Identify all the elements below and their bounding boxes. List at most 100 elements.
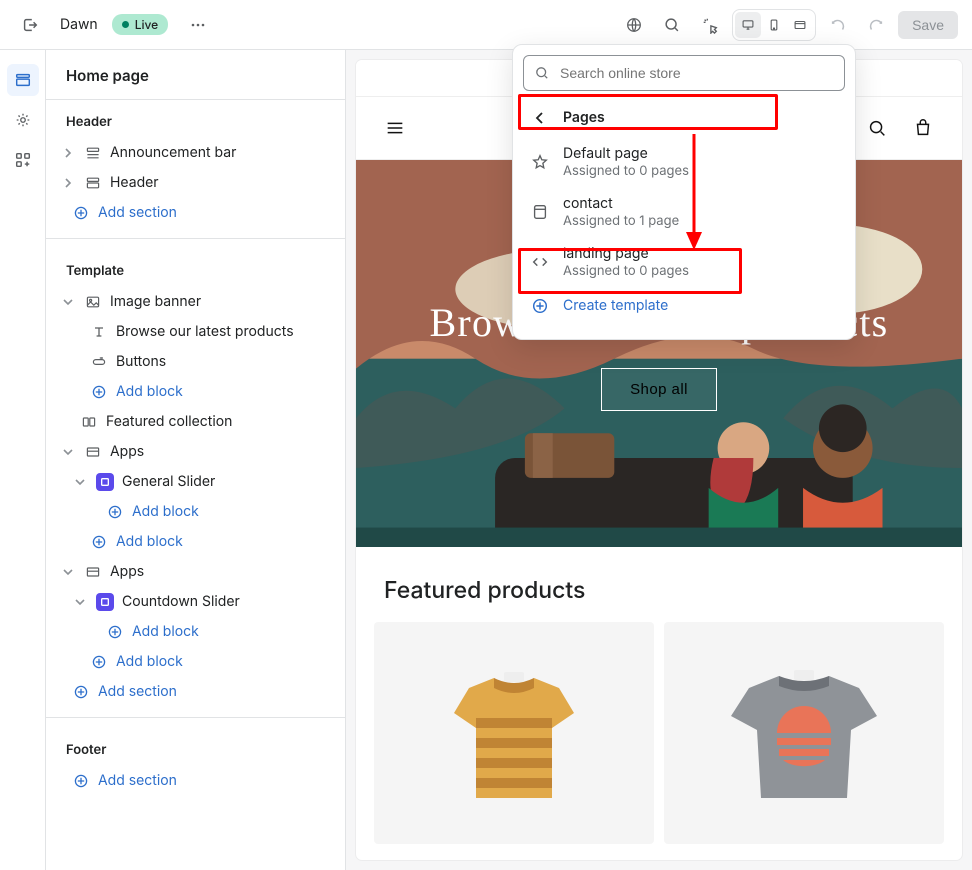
locale-button[interactable] xyxy=(618,9,650,41)
add-block-apps1[interactable]: Add block xyxy=(46,527,345,557)
apps-icon xyxy=(14,151,32,169)
template-picker-panel: Pages Default pageAssigned to 0 pages co… xyxy=(512,44,856,340)
sidebar-item-apps-2[interactable]: Apps xyxy=(46,557,345,587)
footer-group-heading: Footer xyxy=(46,728,345,766)
store-cart[interactable] xyxy=(912,117,934,139)
add-block-banner[interactable]: Add block xyxy=(46,377,345,407)
template-group-heading: Template xyxy=(46,249,345,287)
add-footer-section[interactable]: Add section xyxy=(46,766,345,796)
product-card[interactable] xyxy=(374,622,654,844)
app-icon xyxy=(100,477,110,487)
sections-icon xyxy=(14,71,32,89)
chevron-down-icon xyxy=(62,296,74,308)
plus-circle-icon xyxy=(531,297,549,315)
chevron-right-icon xyxy=(62,147,74,159)
globe-icon xyxy=(625,16,643,34)
panel-item-landing[interactable]: landing pageAssigned to 0 pages xyxy=(513,237,855,287)
plus-circle-icon xyxy=(73,684,89,700)
rail-sections[interactable] xyxy=(7,64,39,96)
collection-icon xyxy=(81,414,97,430)
sidebar-item-general-slider[interactable]: General Slider xyxy=(46,467,345,497)
tshirt-icon xyxy=(434,658,594,808)
add-header-section[interactable]: Add section xyxy=(46,198,345,228)
mobile-icon xyxy=(767,17,781,33)
exit-button[interactable] xyxy=(14,9,46,41)
sidebar-item-image-banner[interactable]: Image banner xyxy=(46,287,345,317)
chevron-left-icon xyxy=(533,111,547,125)
undo-button[interactable] xyxy=(822,9,854,41)
viewport-switcher xyxy=(732,9,816,41)
inspector-button[interactable] xyxy=(694,9,726,41)
panel-item-default[interactable]: Default pageAssigned to 0 pages xyxy=(513,137,855,187)
add-template-section[interactable]: Add section xyxy=(46,677,345,707)
bag-icon xyxy=(912,117,934,139)
save-button[interactable]: Save xyxy=(898,11,958,39)
store-search[interactable] xyxy=(866,117,888,139)
viewport-desktop[interactable] xyxy=(735,12,761,38)
add-block-slider[interactable]: Add block xyxy=(46,497,345,527)
sidebar-item-label: Announcement bar xyxy=(110,144,236,162)
redo-icon xyxy=(867,16,885,34)
announcement-icon xyxy=(85,145,101,161)
sidebar: Home page Header Announcement bar Header… xyxy=(46,50,346,870)
status-pill: Live xyxy=(112,14,169,35)
sidebar-item-header[interactable]: Header xyxy=(46,168,345,198)
dots-icon xyxy=(190,17,206,33)
code-icon xyxy=(531,253,549,271)
rail-apps[interactable] xyxy=(7,144,39,176)
sidebar-item-browse[interactable]: Browse our latest products xyxy=(46,317,345,347)
product-card[interactable] xyxy=(664,622,944,844)
sidebar-item-apps-1[interactable]: Apps xyxy=(46,437,345,467)
tshirt-icon xyxy=(719,658,889,808)
redo-button[interactable] xyxy=(860,9,892,41)
chevron-down-icon xyxy=(74,476,86,488)
more-actions-button[interactable] xyxy=(182,9,214,41)
left-rail xyxy=(0,50,46,870)
sidebar-item-countdown-slider[interactable]: Countdown Slider xyxy=(46,587,345,617)
section-icon xyxy=(85,444,101,460)
menu-button[interactable] xyxy=(384,117,406,139)
panel-search[interactable] xyxy=(523,55,845,91)
plus-circle-icon xyxy=(73,773,89,789)
viewport-mobile[interactable] xyxy=(761,12,787,38)
plus-circle-icon xyxy=(107,504,123,520)
viewport-full[interactable] xyxy=(787,12,813,38)
section-icon xyxy=(85,564,101,580)
desktop-icon xyxy=(741,17,755,33)
exit-icon xyxy=(21,16,39,34)
search-icon xyxy=(534,65,550,81)
star-icon xyxy=(531,153,549,171)
search-icon xyxy=(663,16,681,34)
chevron-down-icon xyxy=(62,446,74,458)
add-block-countdown[interactable]: Add block xyxy=(46,617,345,647)
topbar: Dawn Live xyxy=(0,0,972,50)
header-icon xyxy=(85,175,101,191)
hamburger-icon xyxy=(384,117,406,139)
chevron-down-icon xyxy=(62,566,74,578)
button-icon xyxy=(91,354,107,370)
theme-name: Dawn xyxy=(60,16,98,33)
panel-search-input[interactable] xyxy=(558,64,834,82)
plus-circle-icon xyxy=(107,624,123,640)
search-button[interactable] xyxy=(656,9,688,41)
plus-circle-icon xyxy=(91,534,107,550)
chevron-down-icon xyxy=(74,596,86,608)
panel-item-contact[interactable]: contactAssigned to 1 page xyxy=(513,187,855,237)
chevron-right-icon xyxy=(62,177,74,189)
rail-settings[interactable] xyxy=(7,104,39,136)
page-title: Home page xyxy=(46,50,345,100)
panel-create-template[interactable]: Create template xyxy=(513,287,855,325)
sidebar-item-announcement[interactable]: Announcement bar xyxy=(46,138,345,168)
banner-cta[interactable]: Shop all xyxy=(601,368,717,411)
text-icon xyxy=(91,324,107,340)
panel-back[interactable]: Pages xyxy=(513,99,855,137)
sidebar-item-label: Header xyxy=(110,174,159,192)
plus-circle-icon xyxy=(73,205,89,221)
plus-circle-icon xyxy=(91,654,107,670)
header-group-heading: Header xyxy=(46,100,345,138)
sidebar-item-featured[interactable]: Featured collection xyxy=(46,407,345,437)
featured-title: Featured products xyxy=(356,550,962,622)
sidebar-item-buttons[interactable]: Buttons xyxy=(46,347,345,377)
add-block-apps2[interactable]: Add block xyxy=(46,647,345,677)
product-grid xyxy=(356,622,962,844)
